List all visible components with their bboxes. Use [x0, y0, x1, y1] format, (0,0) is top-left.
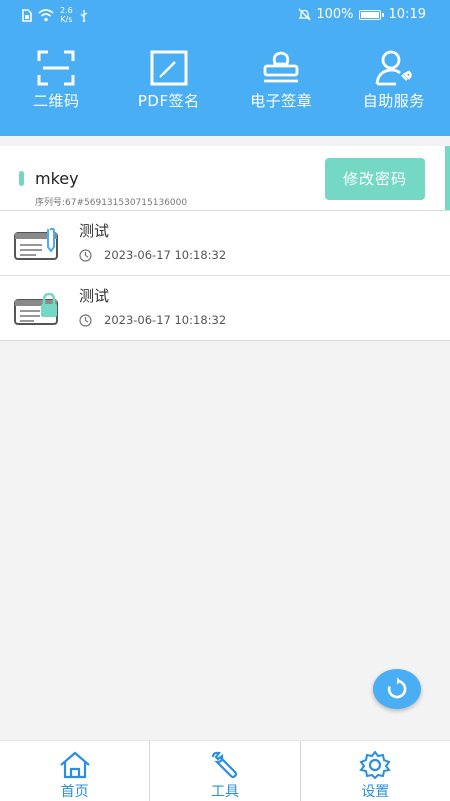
record-title: 测试 — [79, 220, 109, 241]
tab-home-label: 首页 — [0, 781, 149, 801]
tab-tools-label: 工具 — [150, 781, 299, 801]
card-scroll-indicator — [445, 146, 450, 210]
tab-home[interactable]: 首页 — [0, 741, 149, 801]
network-speed-value: 2.6 — [60, 6, 73, 15]
wrench-icon — [209, 751, 241, 779]
qr-scan-icon — [37, 50, 75, 86]
change-password-button[interactable]: 修改密码 — [325, 158, 425, 200]
list-item[interactable]: 测试 2023-06-17 10:18:32 — [0, 276, 450, 341]
tab-settings[interactable]: 设置 — [300, 741, 450, 801]
self-service-icon — [374, 50, 414, 86]
stamp-icon — [261, 50, 301, 86]
clock-icon — [79, 314, 92, 327]
record-time: 2023-06-17 10:18:32 — [104, 313, 226, 327]
network-speed-unit: K/s — [60, 15, 73, 24]
battery-fill — [361, 12, 379, 18]
quick-actions: 二维码 PDF签名 电子签章 自助服务 — [0, 50, 450, 120]
tab-tools[interactable]: 工具 — [149, 741, 299, 801]
pdf-sign-icon — [150, 50, 188, 86]
key-name: mkey — [35, 169, 79, 188]
key-serial: 序列号:67#569131530715136000 — [35, 195, 187, 208]
app-header: 2.6 K/s 100% 10:19 二维 — [0, 0, 450, 136]
status-bar: 2.6 K/s 100% 10:19 — [0, 0, 450, 30]
signed-document-icon — [14, 227, 60, 261]
refresh-icon — [385, 677, 409, 701]
mute-bell-icon — [298, 8, 311, 21]
e-stamp-button[interactable]: 电子签章 — [225, 50, 338, 120]
self-service-label: 自助服务 — [338, 90, 450, 111]
clock-icon — [79, 249, 92, 262]
qr-code-button[interactable]: 二维码 — [0, 50, 113, 120]
network-speed: 2.6 K/s — [60, 6, 73, 24]
key-status-indicator — [19, 171, 24, 186]
e-stamp-label: 电子签章 — [225, 90, 338, 111]
record-time: 2023-06-17 10:18:32 — [104, 248, 226, 262]
battery-percent: 100% — [316, 7, 353, 22]
tab-settings-label: 设置 — [301, 781, 450, 801]
list-item[interactable]: 测试 2023-06-17 10:18:32 — [0, 211, 450, 276]
record-title: 测试 — [79, 285, 109, 306]
section-gap — [0, 136, 450, 146]
bottom-tab-bar: 首页 工具 设置 — [0, 740, 450, 801]
refresh-button[interactable] — [373, 669, 421, 709]
locked-document-icon — [14, 292, 60, 326]
sim-card-icon — [22, 9, 32, 22]
pdf-sign-button[interactable]: PDF签名 — [113, 50, 226, 120]
battery-icon — [359, 10, 381, 20]
qr-code-label: 二维码 — [0, 90, 113, 111]
usb-icon — [79, 9, 89, 22]
clock-time: 10:19 — [389, 7, 426, 22]
wifi-icon — [38, 9, 54, 22]
self-service-button[interactable]: 自助服务 — [338, 50, 450, 120]
pdf-sign-label: PDF签名 — [113, 90, 226, 111]
gear-icon — [359, 751, 391, 779]
home-icon — [59, 751, 91, 779]
key-card: mkey 序列号:67#569131530715136000 修改密码 — [0, 146, 450, 211]
